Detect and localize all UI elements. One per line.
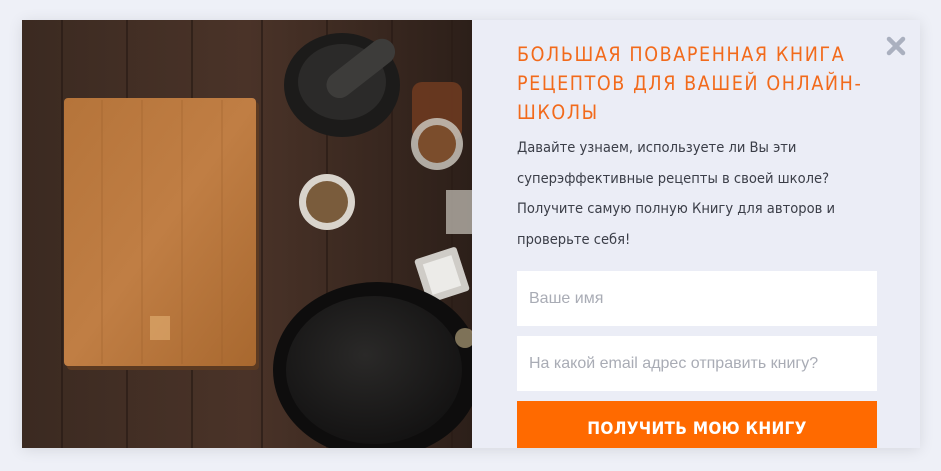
popup-title: Большая поваренная книга рецептов для ва… bbox=[517, 43, 863, 124]
close-icon bbox=[886, 36, 906, 56]
close-button[interactable] bbox=[884, 34, 908, 58]
popup-description: Давайте узнаем, используете ли Вы эти су… bbox=[517, 139, 836, 248]
kitchen-photo bbox=[22, 20, 472, 448]
name-input[interactable] bbox=[517, 271, 877, 326]
book-offer-popup: Большая поваренная книга рецептов для ва… bbox=[22, 20, 920, 448]
email-input[interactable] bbox=[517, 336, 877, 391]
form-panel: Большая поваренная книга рецептов для ва… bbox=[517, 40, 877, 448]
get-book-button[interactable]: Получить мою книгу bbox=[517, 401, 877, 448]
